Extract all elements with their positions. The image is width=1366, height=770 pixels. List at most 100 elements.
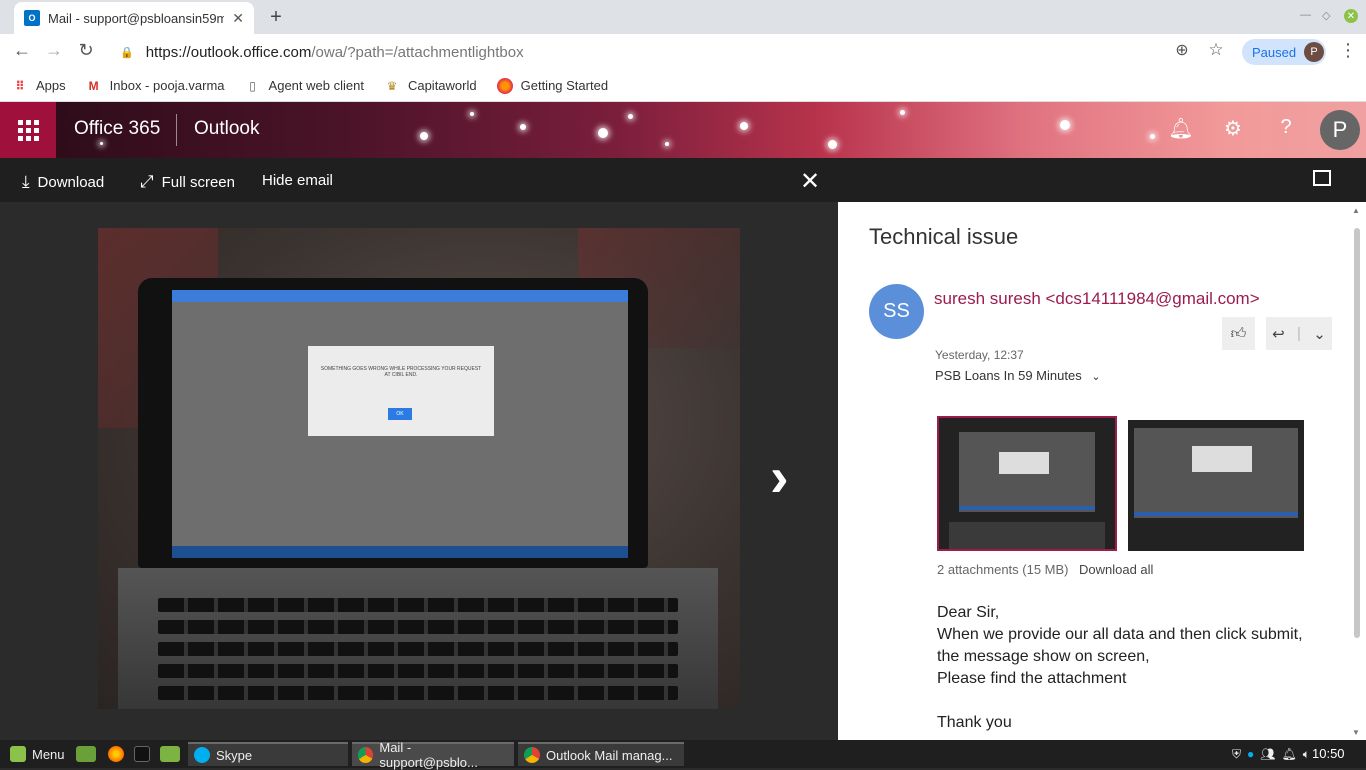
profile-status: Paused <box>1252 44 1297 60</box>
download-all-link[interactable]: Download all <box>1079 562 1153 577</box>
taskbar-clock[interactable]: 10:50 <box>1312 746 1345 761</box>
laptop-keyboard <box>118 568 718 709</box>
back-icon[interactable]: ← <box>10 40 34 61</box>
reload-icon[interactable]: ↻ <box>74 40 98 61</box>
hide-email-label: Hide email <box>262 172 333 189</box>
sender-avatar[interactable]: SS <box>869 284 924 339</box>
url-host: https://outlook.office.com <box>145 43 312 61</box>
attachment-thumbnail[interactable] <box>1128 420 1304 551</box>
bookmark-agent-web-client[interactable]: ▯ Agent web client <box>245 78 364 94</box>
thumbs-up-icon: 👍︎ <box>1230 324 1247 342</box>
user-avatar[interactable]: P <box>1320 110 1360 150</box>
bookmark-capitaworld[interactable]: ♛ Capitaworld <box>384 78 477 94</box>
chevron-down-icon[interactable]: ⌄ <box>1313 325 1326 343</box>
bookmark-label: Getting Started <box>520 78 609 93</box>
taskbar-app-label: Outlook Mail manag... <box>546 747 673 763</box>
window-close-icon[interactable]: ✕ <box>1344 9 1358 23</box>
bookmark-inbox[interactable]: M Inbox - pooja.varma <box>86 78 225 94</box>
tab-title: Mail - support@psbloansin59m <box>48 10 225 26</box>
start-menu-button[interactable]: Menu <box>4 742 71 766</box>
skype-tray-icon[interactable]: ● <box>1247 747 1254 761</box>
help-icon[interactable]: ? <box>1271 116 1301 139</box>
tab-close-icon[interactable]: ✕ <box>232 10 244 27</box>
skype-icon <box>194 747 210 763</box>
laptop-screen: SOMETHING GOES WRONG WHILE PROCESSING YO… <box>172 290 628 558</box>
address-bar[interactable]: 🔒 https://outlook.office.com/owa/?path=/… <box>108 38 1203 66</box>
attachment-thumbnail[interactable] <box>937 416 1117 551</box>
taskbar-app-label: Skype <box>216 747 253 763</box>
volume-icon[interactable]: 🔈︎ <box>1303 747 1310 762</box>
next-attachment-chevron-icon[interactable]: › <box>770 444 789 509</box>
outlook-label[interactable]: Outlook <box>194 118 259 140</box>
popout-icon[interactable] <box>1313 170 1331 186</box>
body-line: Dear Sir, <box>937 604 1000 621</box>
close-lightbox-button[interactable]: ✕ <box>800 167 820 196</box>
scroll-down-icon[interactable]: ▼ <box>1352 728 1360 737</box>
apps-grid-icon: ⠿ <box>15 78 25 93</box>
email-timestamp: Yesterday, 12:37 <box>935 348 1024 362</box>
scroll-up-icon[interactable]: ▲ <box>1352 206 1360 215</box>
hide-email-button[interactable]: Hide email <box>262 172 333 189</box>
page-icon: ▯ <box>249 78 256 93</box>
body-line <box>937 690 1337 712</box>
download-icon: ⤓ <box>22 172 30 191</box>
body-line: When we provide our all data and then cl… <box>937 626 1303 643</box>
like-button[interactable]: 👍︎ <box>1222 317 1255 350</box>
reading-pane-scrollbar[interactable] <box>1354 228 1360 638</box>
error-message: SOMETHING GOES WRONG WHILE PROCESSING YO… <box>320 366 482 378</box>
bookmark-star-icon[interactable]: ☆ <box>1204 40 1228 60</box>
download-label: Download <box>37 173 105 191</box>
taskbar-app-label: Mail - support@psblo... <box>379 740 478 770</box>
bookmark-label: Inbox - pooja.varma <box>109 78 225 93</box>
notification-bell-icon[interactable]: 🔔︎ <box>1282 747 1297 761</box>
people-icon[interactable]: 👥︎ <box>1260 747 1275 761</box>
taskbar-app-chrome-outlook[interactable]: Outlook Mail manag... <box>518 742 684 766</box>
taskbar-app-skype[interactable]: Skype <box>188 742 348 766</box>
forward-icon[interactable]: → <box>42 40 66 61</box>
shield-icon[interactable]: ⛨ <box>1232 747 1241 762</box>
bookmark-getting-started[interactable]: Getting Started <box>496 77 609 94</box>
zoom-icon[interactable]: ⊕ <box>1170 40 1194 60</box>
waffle-icon <box>17 119 39 141</box>
maximize-icon[interactable]: ◇ <box>1322 9 1330 22</box>
office-365-label[interactable]: Office 365 <box>74 118 160 140</box>
outlook-favicon-icon: O <box>24 10 40 26</box>
minimize-icon[interactable]: — <box>1300 9 1311 21</box>
desktop-icon <box>76 746 96 762</box>
firefox-icon <box>108 746 124 762</box>
expand-recipients-icon[interactable]: ⌄ <box>1091 371 1100 383</box>
bookmark-label: Capitaworld <box>407 78 477 93</box>
download-button[interactable]: ⤓ Download <box>22 172 104 192</box>
reply-all-icon: ↩ <box>1272 325 1285 343</box>
bookmarks-bar: ⠿ Apps M Inbox - pooja.varma ▯ Agent web… <box>0 70 1366 102</box>
profile-avatar: P <box>1304 42 1325 62</box>
files-launcher[interactable] <box>154 742 192 766</box>
reply-all-button[interactable]: ↩ | ⌄ <box>1266 317 1332 350</box>
email-body: Dear Sir, When we provide our all data a… <box>937 602 1337 734</box>
taskbar-app-chrome-mail[interactable]: Mail - support@psblo... <box>352 740 514 770</box>
capitaworld-icon: ♛ <box>386 78 398 93</box>
firefox-icon <box>496 77 513 94</box>
recipient-label: PSB Loans In 59 Minutes <box>935 368 1082 383</box>
header-divider <box>176 114 177 146</box>
bookmark-label: Apps <box>36 78 66 93</box>
full-screen-button[interactable]: ⤢ Full screen <box>140 172 235 192</box>
sender-name[interactable]: suresh suresh <dcs14111984@gmail.com> <box>934 289 1260 309</box>
url-path: /owa/?path=/attachmentlightbox <box>311 43 524 61</box>
email-recipient[interactable]: PSB Loans In 59 Minutes ⌄ <box>935 368 1101 383</box>
gear-icon[interactable]: ⚙ <box>1218 116 1248 141</box>
profile-button[interactable]: Paused P <box>1242 39 1326 65</box>
chrome-menu-icon[interactable]: ⋮ <box>1336 40 1360 61</box>
bell-icon[interactable]: 🔔︎ <box>1166 116 1196 141</box>
expand-icon: ⤢ <box>140 172 154 191</box>
mint-logo-icon <box>10 746 26 762</box>
body-line: Please find the attachment <box>937 670 1127 687</box>
attachment-photo: SOMETHING GOES WRONG WHILE PROCESSING YO… <box>98 228 740 709</box>
lock-icon: 🔒 <box>120 46 134 59</box>
folder-icon <box>160 746 180 762</box>
browser-tab[interactable]: O Mail - support@psbloansin59m ✕ <box>14 2 254 34</box>
new-tab-button[interactable]: + <box>266 6 286 29</box>
chrome-icon <box>524 747 540 763</box>
app-launcher-button[interactable] <box>0 102 56 158</box>
bookmark-apps[interactable]: ⠿ Apps <box>12 78 66 94</box>
